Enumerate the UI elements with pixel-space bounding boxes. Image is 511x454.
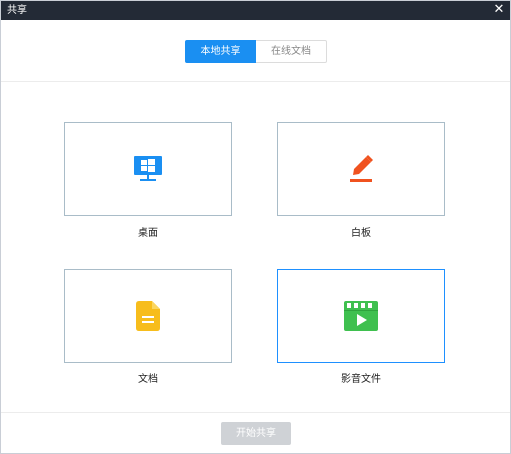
dialog-title: 共享	[7, 5, 27, 16]
option-whiteboard[interactable]	[277, 122, 445, 216]
document-icon	[136, 301, 160, 331]
option-media-files[interactable]	[277, 269, 445, 363]
start-share-button[interactable]: 开始共享	[221, 422, 291, 445]
tab-group: 本地共享 在线文档	[185, 40, 327, 63]
option-desktop[interactable]	[64, 122, 232, 216]
option-media-files-label: 影音文件	[341, 374, 381, 385]
close-icon[interactable]: ✕	[491, 2, 507, 18]
option-document[interactable]	[64, 269, 232, 363]
tab-online-docs[interactable]: 在线文档	[256, 40, 327, 63]
share-dialog: 共享 ✕ 本地共享 在线文档 桌面 白板 文档 影音文件 开始共享	[0, 0, 511, 454]
video-clapper-icon	[344, 301, 378, 331]
option-document-label: 文档	[138, 374, 158, 385]
tab-bar: 本地共享 在线文档	[1, 20, 510, 82]
tab-local-share[interactable]: 本地共享	[185, 40, 256, 63]
option-desktop-label: 桌面	[138, 228, 158, 239]
footer-divider	[1, 412, 510, 413]
pen-icon	[350, 155, 373, 182]
title-bar: 共享 ✕	[1, 1, 510, 20]
windows-monitor-icon	[134, 156, 162, 181]
option-whiteboard-label: 白板	[351, 228, 371, 239]
